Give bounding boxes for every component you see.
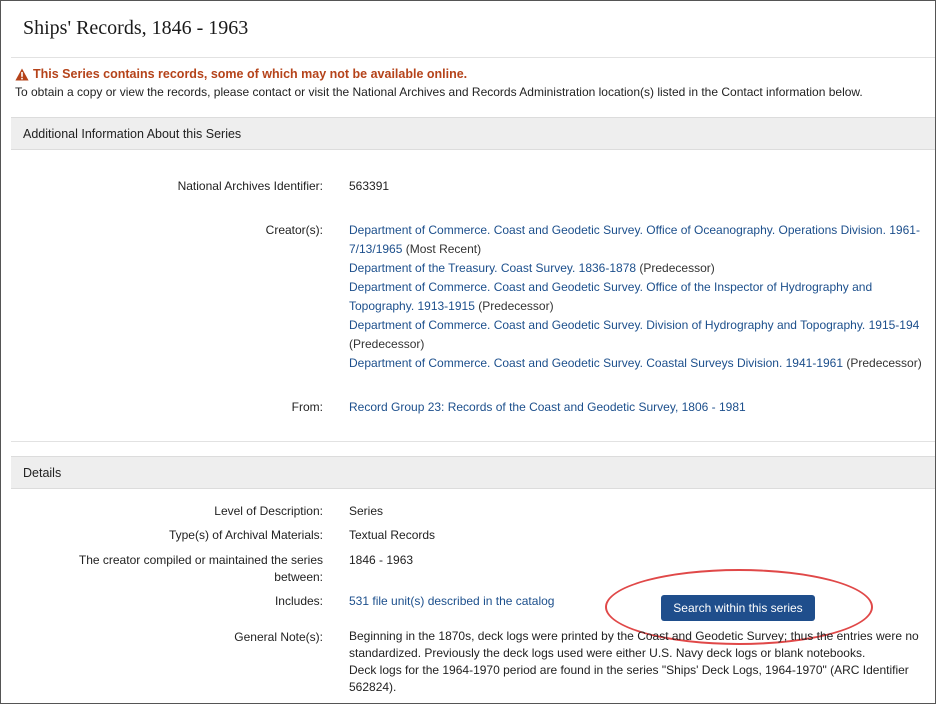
section-header-details: Details <box>11 456 935 489</box>
search-within-series-button[interactable]: Search within this series <box>661 595 815 621</box>
general-note-line-1: Beginning in the 1870s, deck logs were p… <box>349 629 919 643</box>
includes-value: 531 file unit(s) described in the catalo… <box>349 592 554 611</box>
from-label: From: <box>291 400 323 414</box>
warning-text: This Series contains records, some of wh… <box>33 67 468 81</box>
compiled-value: 1846 - 1963 <box>349 553 414 567</box>
availability-warning: This Series contains records, some of wh… <box>15 67 467 81</box>
creator-role-5: (Predecessor) <box>846 356 922 370</box>
section-header-additional-info: Additional Information About this Series <box>11 117 935 150</box>
page-title: Ships' Records, 1846 - 1963 <box>23 17 249 39</box>
compiled-label: The creator compiled or maintained the s… <box>79 552 323 586</box>
identifier-label: National Archives Identifier: <box>177 179 323 193</box>
availability-notice: To obtain a copy or view the records, pl… <box>15 85 863 99</box>
creator-link-3-cont[interactable]: Topography. 1913-1915 <box>349 299 475 313</box>
creator-link-3[interactable]: Department of Commerce. Coast and Geodet… <box>349 280 872 294</box>
creator-item-2: Department of the Treasury. Coast Survey… <box>349 259 715 278</box>
creator-item-4-cont: (Predecessor) <box>349 335 424 354</box>
page-frame: Ships' Records, 1846 - 1963 This Series … <box>0 0 936 704</box>
creator-item-1: Department of Commerce. Coast and Geodet… <box>349 221 920 240</box>
creator-link-1-cont[interactable]: 7/13/1965 <box>349 242 402 256</box>
from-value: Record Group 23: Records of the Coast an… <box>349 398 746 417</box>
general-note-text: Beginning in the 1870s, deck logs were p… <box>349 628 919 696</box>
includes-label: Includes: <box>274 594 323 608</box>
creator-role-4: (Predecessor) <box>349 337 425 351</box>
creator-role-1: (Most Recent) <box>405 242 482 256</box>
warning-icon <box>15 68 29 80</box>
type-label: Type(s) of Archival Materials: <box>168 528 323 542</box>
compiled-label-line1: The creator compiled or maintained the s… <box>78 553 323 567</box>
creator-link-1[interactable]: Department of Commerce. Coast and Geodet… <box>349 223 920 237</box>
creator-role-2: (Predecessor) <box>639 261 715 275</box>
general-note-label: General Note(s): <box>234 630 323 644</box>
creators-label: Creator(s): <box>265 223 323 237</box>
creator-link-5[interactable]: Department of Commerce. Coast and Geodet… <box>349 356 843 370</box>
file-units-link[interactable]: 531 file unit(s) described in the catalo… <box>349 594 554 608</box>
creator-role-3: (Predecessor) <box>478 299 554 313</box>
creator-item-4: Department of Commerce. Coast and Geodet… <box>349 316 919 335</box>
level-value: Series <box>349 504 384 518</box>
creator-item-1-cont: 7/13/1965 (Most Recent) <box>349 240 481 259</box>
level-label: Level of Description: <box>214 504 323 518</box>
general-note-line-4: 562824). <box>349 680 397 694</box>
creator-link-2[interactable]: Department of the Treasury. Coast Survey… <box>349 261 636 275</box>
record-group-link[interactable]: Record Group 23: Records of the Coast an… <box>349 400 746 414</box>
creator-item-5: Department of Commerce. Coast and Geodet… <box>349 354 922 373</box>
compiled-label-line2: between: <box>274 570 323 584</box>
general-note-line-2: standardized. Previously the deck logs u… <box>349 646 866 660</box>
creator-item-3-cont: Topography. 1913-1915 (Predecessor) <box>349 297 554 316</box>
title-divider <box>11 57 935 58</box>
identifier-value: 563391 <box>349 179 390 193</box>
general-note-line-3: Deck logs for the 1964-1970 period are f… <box>349 663 909 677</box>
section-divider <box>11 441 935 442</box>
type-value: Textual Records <box>349 528 436 542</box>
creator-item-3: Department of Commerce. Coast and Geodet… <box>349 278 872 297</box>
creator-link-4[interactable]: Department of Commerce. Coast and Geodet… <box>349 318 919 332</box>
